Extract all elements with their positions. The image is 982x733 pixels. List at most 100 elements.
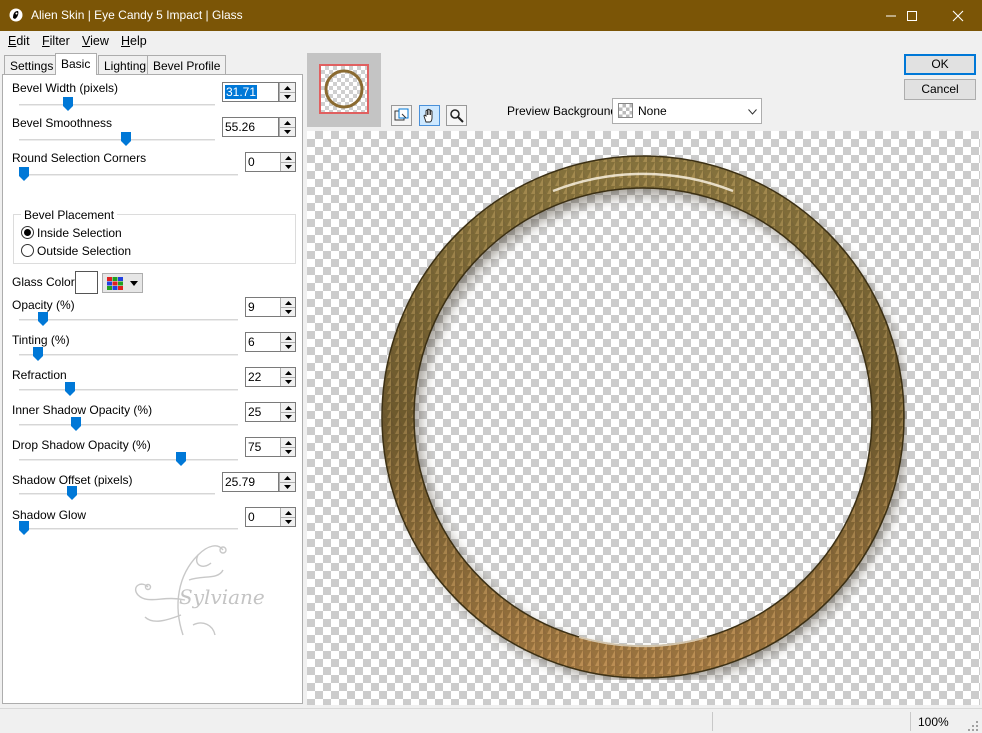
shadow-offset-stepper[interactable] [279, 472, 296, 492]
arrow-down-icon[interactable] [281, 342, 295, 351]
arrow-up-icon[interactable] [280, 473, 295, 482]
close-window-button[interactable] [935, 0, 981, 31]
bevel-width-slider-thumb[interactable] [63, 97, 73, 111]
resize-grip-icon[interactable] [968, 721, 979, 732]
glass-color-label: Glass Color [12, 275, 75, 289]
shadow-glow-slider-thumb[interactable] [19, 521, 29, 535]
round-corners-slider-thumb[interactable] [19, 167, 29, 181]
ok-button[interactable]: OK [904, 54, 976, 75]
transparency-swatch-icon [618, 103, 633, 118]
shadow-offset-slider-thumb[interactable] [67, 486, 77, 500]
bevel-smoothness-slider-thumb[interactable] [121, 132, 131, 146]
navigate-tool-button[interactable] [391, 105, 412, 126]
opacity-track[interactable] [19, 319, 238, 321]
menu-help[interactable]: Help [121, 34, 147, 48]
arrow-up-icon[interactable] [281, 368, 295, 377]
arrow-down-icon[interactable] [281, 377, 295, 386]
bevel-width-stepper[interactable] [279, 82, 296, 102]
color-picker-dropdown[interactable] [102, 273, 143, 293]
preview-canvas[interactable] [307, 131, 980, 705]
bevel-width-track[interactable] [19, 104, 215, 106]
preview-background-select[interactable]: None [612, 98, 762, 124]
opacity-slider-thumb[interactable] [38, 312, 48, 326]
maximize-icon [907, 10, 917, 21]
arrow-up-icon[interactable] [280, 83, 295, 92]
arrow-down-icon[interactable] [281, 447, 295, 456]
opacity-spinbox[interactable]: 9 [245, 297, 296, 317]
bevel-width-field[interactable]: 31.71 [222, 82, 279, 102]
maximize-button[interactable] [889, 0, 935, 31]
inner-shadow-opacity-spinbox[interactable]: 25 [245, 402, 296, 422]
tinting-label: Tinting (%) [12, 333, 70, 347]
arrow-up-icon[interactable] [280, 118, 295, 127]
navigator-viewport[interactable] [319, 64, 369, 114]
drop-shadow-opacity-label: Drop Shadow Opacity (%) [12, 438, 151, 452]
bevel-smoothness-stepper[interactable] [279, 117, 296, 137]
status-separator [910, 712, 911, 731]
arrow-down-icon[interactable] [280, 92, 295, 101]
hand-icon [423, 108, 433, 123]
tab-settings[interactable]: Settings [4, 55, 60, 75]
zoom-tool-button[interactable] [446, 105, 467, 126]
glass-ring-preview [381, 155, 907, 680]
menu-view[interactable]: View [82, 34, 109, 48]
arrow-down-icon[interactable] [281, 517, 295, 526]
color-grid-icon [107, 277, 123, 290]
bevel-smoothness-track[interactable] [19, 139, 215, 141]
shadow-glow-label: Shadow Glow [12, 508, 87, 522]
inside-selection-label[interactable]: Inside Selection [37, 226, 122, 240]
outside-selection-label[interactable]: Outside Selection [37, 244, 131, 258]
arrow-up-icon[interactable] [281, 298, 295, 307]
status-separator [712, 712, 713, 731]
chevron-down-icon [748, 109, 757, 115]
arrow-down-icon[interactable] [281, 162, 295, 171]
navigator-thumbnail[interactable] [307, 53, 381, 127]
arrow-up-icon[interactable] [281, 438, 295, 447]
tab-bevel-profile[interactable]: Bevel Profile [147, 55, 227, 75]
bevel-smoothness-field[interactable]: 55.26 [222, 117, 279, 137]
shadow-offset-track[interactable] [19, 493, 215, 495]
arrow-down-icon[interactable] [281, 307, 295, 316]
drop-shadow-opacity-track[interactable] [19, 459, 238, 461]
inner-shadow-opacity-slider-thumb[interactable] [71, 417, 81, 431]
drop-shadow-opacity-slider-thumb[interactable] [176, 452, 186, 466]
arrow-up-icon[interactable] [281, 403, 295, 412]
arrow-down-icon[interactable] [280, 127, 295, 136]
tab-lighting[interactable]: Lighting [98, 55, 153, 75]
round-corners-label: Round Selection Corners [12, 151, 147, 165]
inner-shadow-opacity-track[interactable] [19, 424, 238, 426]
tinting-slider-thumb[interactable] [33, 347, 43, 361]
refraction-track[interactable] [19, 389, 238, 391]
tinting-track[interactable] [19, 354, 238, 356]
chevron-down-icon [130, 281, 138, 286]
shadow-glow-spinbox[interactable]: 0 [245, 507, 296, 527]
arrow-up-icon[interactable] [281, 153, 295, 162]
cancel-button[interactable]: Cancel [904, 79, 976, 100]
title-bar: Alien Skin | Eye Candy 5 Impact | Glass [0, 0, 982, 31]
thumbnail-ring [324, 69, 364, 109]
zoom-level: 100% [918, 715, 949, 729]
shadow-offset-field[interactable]: 25.79 [222, 472, 279, 492]
bevel-placement-title: Bevel Placement [21, 208, 118, 222]
menu-bar: Edit Filter View Help [0, 31, 982, 51]
menu-edit[interactable]: Edit [8, 34, 30, 48]
hand-tool-button[interactable] [419, 105, 440, 126]
inside-selection-radio[interactable] [21, 226, 34, 239]
arrow-down-icon[interactable] [280, 482, 295, 491]
arrow-down-icon[interactable] [281, 412, 295, 421]
refraction-slider-thumb[interactable] [65, 382, 75, 396]
drop-shadow-opacity-spinbox[interactable]: 75 [245, 437, 296, 457]
menu-filter[interactable]: Filter [42, 34, 70, 48]
arrow-up-icon[interactable] [281, 333, 295, 342]
round-corners-spinbox[interactable]: 0 [245, 152, 296, 172]
tab-basic[interactable]: Basic [55, 53, 97, 75]
outside-selection-radio[interactable] [21, 244, 34, 257]
tinting-spinbox[interactable]: 6 [245, 332, 296, 352]
glass-color-swatch[interactable] [75, 271, 98, 294]
preview-background-value: None [638, 104, 667, 118]
close-icon [952, 10, 964, 21]
refraction-spinbox[interactable]: 22 [245, 367, 296, 387]
bevel-smoothness-label: Bevel Smoothness [12, 116, 113, 130]
round-corners-track[interactable] [19, 174, 238, 176]
arrow-up-icon[interactable] [281, 508, 295, 517]
